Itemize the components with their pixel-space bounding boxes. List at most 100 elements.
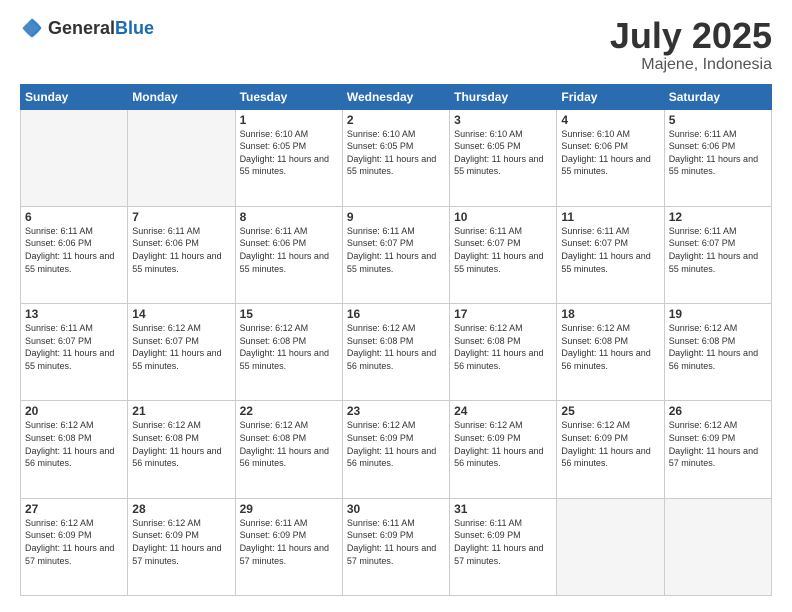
cell-info: Sunrise: 6:11 AMSunset: 6:06 PMDaylight:… (25, 225, 123, 275)
day-number: 29 (240, 502, 338, 516)
cell-info: Sunrise: 6:11 AMSunset: 6:07 PMDaylight:… (347, 225, 445, 275)
day-number: 18 (561, 307, 659, 321)
day-number: 10 (454, 210, 552, 224)
day-number: 4 (561, 113, 659, 127)
calendar-cell (128, 109, 235, 206)
calendar-cell: 11Sunrise: 6:11 AMSunset: 6:07 PMDayligh… (557, 206, 664, 303)
calendar-cell: 3Sunrise: 6:10 AMSunset: 6:05 PMDaylight… (450, 109, 557, 206)
col-wednesday: Wednesday (342, 84, 449, 109)
day-number: 20 (25, 404, 123, 418)
cell-info: Sunrise: 6:10 AMSunset: 6:05 PMDaylight:… (454, 128, 552, 178)
cell-info: Sunrise: 6:11 AMSunset: 6:07 PMDaylight:… (25, 322, 123, 372)
cell-info: Sunrise: 6:12 AMSunset: 6:09 PMDaylight:… (132, 517, 230, 567)
calendar-cell: 30Sunrise: 6:11 AMSunset: 6:09 PMDayligh… (342, 498, 449, 595)
logo: GeneralBlue (20, 16, 154, 40)
cell-info: Sunrise: 6:12 AMSunset: 6:08 PMDaylight:… (240, 419, 338, 469)
day-number: 9 (347, 210, 445, 224)
col-saturday: Saturday (664, 84, 771, 109)
calendar-cell: 2Sunrise: 6:10 AMSunset: 6:05 PMDaylight… (342, 109, 449, 206)
cell-info: Sunrise: 6:11 AMSunset: 6:09 PMDaylight:… (454, 517, 552, 567)
logo-general: General (48, 18, 115, 38)
calendar-week-1: 1Sunrise: 6:10 AMSunset: 6:05 PMDaylight… (21, 109, 772, 206)
calendar-cell: 22Sunrise: 6:12 AMSunset: 6:08 PMDayligh… (235, 401, 342, 498)
cell-info: Sunrise: 6:12 AMSunset: 6:09 PMDaylight:… (561, 419, 659, 469)
calendar-cell: 28Sunrise: 6:12 AMSunset: 6:09 PMDayligh… (128, 498, 235, 595)
cell-info: Sunrise: 6:12 AMSunset: 6:08 PMDaylight:… (347, 322, 445, 372)
logo-text: GeneralBlue (48, 18, 154, 39)
day-number: 27 (25, 502, 123, 516)
calendar-cell: 9Sunrise: 6:11 AMSunset: 6:07 PMDaylight… (342, 206, 449, 303)
calendar-cell: 6Sunrise: 6:11 AMSunset: 6:06 PMDaylight… (21, 206, 128, 303)
day-number: 15 (240, 307, 338, 321)
col-thursday: Thursday (450, 84, 557, 109)
calendar-cell: 23Sunrise: 6:12 AMSunset: 6:09 PMDayligh… (342, 401, 449, 498)
calendar-cell (21, 109, 128, 206)
day-number: 3 (454, 113, 552, 127)
month-year: July 2025 (610, 16, 772, 56)
calendar-cell (664, 498, 771, 595)
calendar-cell: 13Sunrise: 6:11 AMSunset: 6:07 PMDayligh… (21, 304, 128, 401)
cell-info: Sunrise: 6:11 AMSunset: 6:07 PMDaylight:… (669, 225, 767, 275)
day-number: 19 (669, 307, 767, 321)
calendar-cell: 19Sunrise: 6:12 AMSunset: 6:08 PMDayligh… (664, 304, 771, 401)
day-number: 28 (132, 502, 230, 516)
day-number: 2 (347, 113, 445, 127)
calendar-cell: 14Sunrise: 6:12 AMSunset: 6:07 PMDayligh… (128, 304, 235, 401)
cell-info: Sunrise: 6:10 AMSunset: 6:05 PMDaylight:… (347, 128, 445, 178)
day-number: 14 (132, 307, 230, 321)
calendar-cell: 17Sunrise: 6:12 AMSunset: 6:08 PMDayligh… (450, 304, 557, 401)
location: Majene, Indonesia (610, 56, 772, 74)
page: GeneralBlue July 2025 Majene, Indonesia … (0, 0, 792, 612)
day-number: 25 (561, 404, 659, 418)
col-tuesday: Tuesday (235, 84, 342, 109)
cell-info: Sunrise: 6:10 AMSunset: 6:06 PMDaylight:… (561, 128, 659, 178)
calendar-cell: 15Sunrise: 6:12 AMSunset: 6:08 PMDayligh… (235, 304, 342, 401)
cell-info: Sunrise: 6:11 AMSunset: 6:07 PMDaylight:… (561, 225, 659, 275)
calendar-cell: 16Sunrise: 6:12 AMSunset: 6:08 PMDayligh… (342, 304, 449, 401)
cell-info: Sunrise: 6:12 AMSunset: 6:09 PMDaylight:… (25, 517, 123, 567)
cell-info: Sunrise: 6:12 AMSunset: 6:09 PMDaylight:… (454, 419, 552, 469)
day-number: 17 (454, 307, 552, 321)
calendar-header-row: Sunday Monday Tuesday Wednesday Thursday… (21, 84, 772, 109)
calendar-cell: 21Sunrise: 6:12 AMSunset: 6:08 PMDayligh… (128, 401, 235, 498)
title-block: July 2025 Majene, Indonesia (610, 16, 772, 74)
cell-info: Sunrise: 6:11 AMSunset: 6:06 PMDaylight:… (132, 225, 230, 275)
calendar-cell: 1Sunrise: 6:10 AMSunset: 6:05 PMDaylight… (235, 109, 342, 206)
calendar-week-5: 27Sunrise: 6:12 AMSunset: 6:09 PMDayligh… (21, 498, 772, 595)
cell-info: Sunrise: 6:12 AMSunset: 6:09 PMDaylight:… (347, 419, 445, 469)
cell-info: Sunrise: 6:11 AMSunset: 6:06 PMDaylight:… (669, 128, 767, 178)
calendar-cell: 20Sunrise: 6:12 AMSunset: 6:08 PMDayligh… (21, 401, 128, 498)
calendar-cell: 7Sunrise: 6:11 AMSunset: 6:06 PMDaylight… (128, 206, 235, 303)
calendar-cell: 8Sunrise: 6:11 AMSunset: 6:06 PMDaylight… (235, 206, 342, 303)
logo-icon (20, 16, 44, 40)
day-number: 8 (240, 210, 338, 224)
calendar-cell: 27Sunrise: 6:12 AMSunset: 6:09 PMDayligh… (21, 498, 128, 595)
cell-info: Sunrise: 6:11 AMSunset: 6:09 PMDaylight:… (240, 517, 338, 567)
cell-info: Sunrise: 6:12 AMSunset: 6:08 PMDaylight:… (561, 322, 659, 372)
calendar-week-2: 6Sunrise: 6:11 AMSunset: 6:06 PMDaylight… (21, 206, 772, 303)
day-number: 7 (132, 210, 230, 224)
cell-info: Sunrise: 6:12 AMSunset: 6:09 PMDaylight:… (669, 419, 767, 469)
calendar-cell (557, 498, 664, 595)
calendar-cell: 31Sunrise: 6:11 AMSunset: 6:09 PMDayligh… (450, 498, 557, 595)
cell-info: Sunrise: 6:12 AMSunset: 6:08 PMDaylight:… (669, 322, 767, 372)
calendar-cell: 12Sunrise: 6:11 AMSunset: 6:07 PMDayligh… (664, 206, 771, 303)
cell-info: Sunrise: 6:12 AMSunset: 6:08 PMDaylight:… (132, 419, 230, 469)
day-number: 12 (669, 210, 767, 224)
calendar-cell: 18Sunrise: 6:12 AMSunset: 6:08 PMDayligh… (557, 304, 664, 401)
header: GeneralBlue July 2025 Majene, Indonesia (20, 16, 772, 74)
cell-info: Sunrise: 6:12 AMSunset: 6:08 PMDaylight:… (240, 322, 338, 372)
col-friday: Friday (557, 84, 664, 109)
cell-info: Sunrise: 6:11 AMSunset: 6:06 PMDaylight:… (240, 225, 338, 275)
cell-info: Sunrise: 6:12 AMSunset: 6:08 PMDaylight:… (25, 419, 123, 469)
day-number: 23 (347, 404, 445, 418)
cell-info: Sunrise: 6:12 AMSunset: 6:07 PMDaylight:… (132, 322, 230, 372)
day-number: 21 (132, 404, 230, 418)
col-monday: Monday (128, 84, 235, 109)
cell-info: Sunrise: 6:11 AMSunset: 6:07 PMDaylight:… (454, 225, 552, 275)
day-number: 11 (561, 210, 659, 224)
calendar-cell: 26Sunrise: 6:12 AMSunset: 6:09 PMDayligh… (664, 401, 771, 498)
calendar-cell: 4Sunrise: 6:10 AMSunset: 6:06 PMDaylight… (557, 109, 664, 206)
day-number: 6 (25, 210, 123, 224)
day-number: 30 (347, 502, 445, 516)
